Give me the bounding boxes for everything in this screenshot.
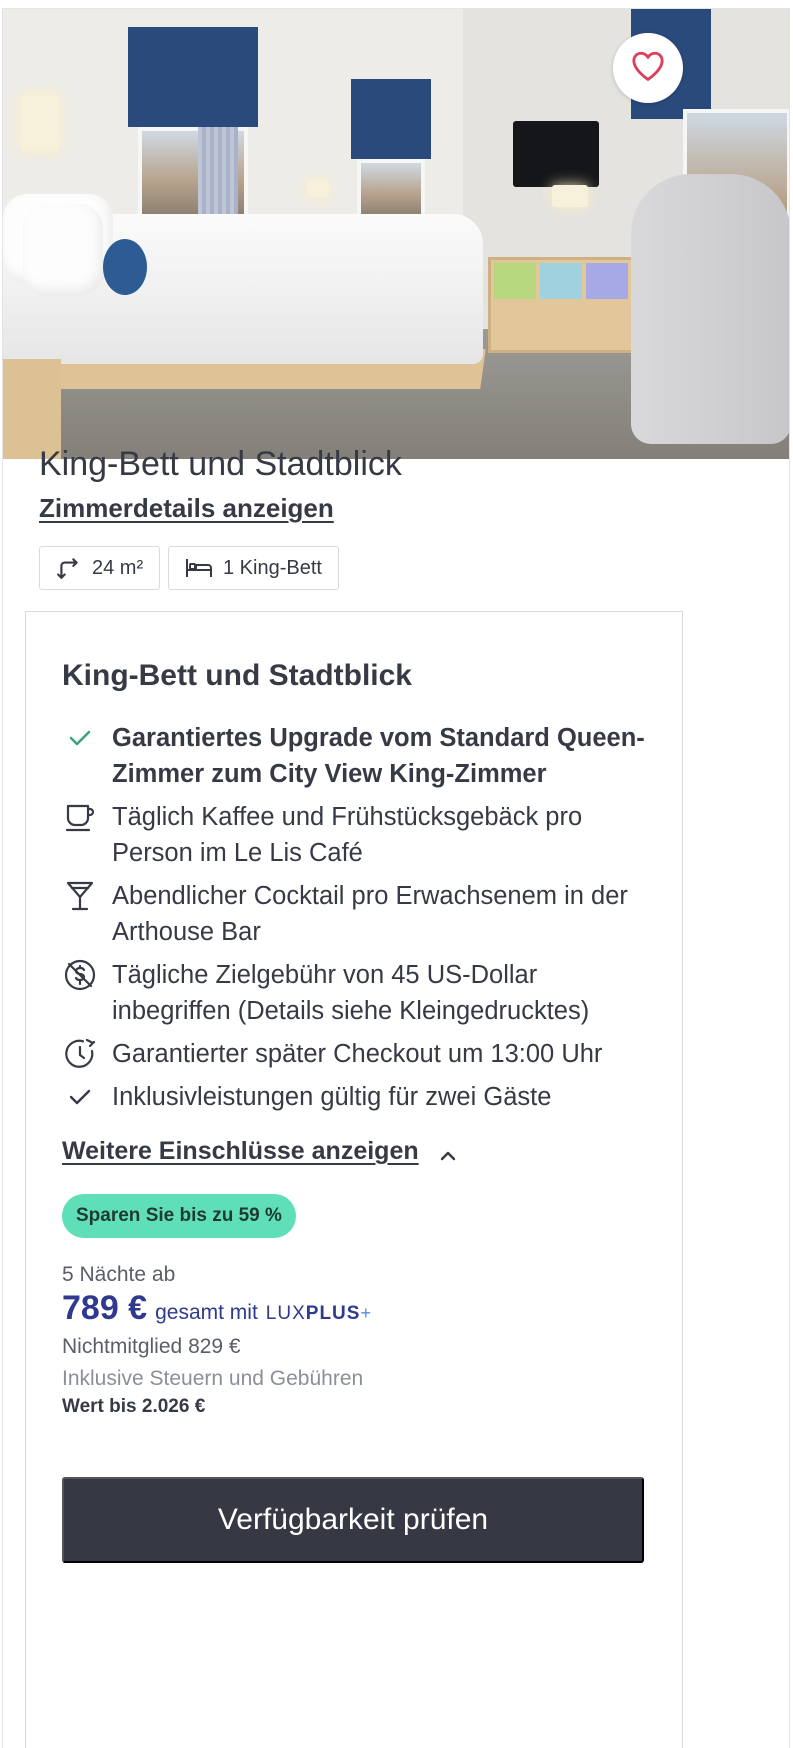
inclusion-item: Garantierter später Checkout um 13:00 Uh… bbox=[62, 1036, 657, 1072]
inclusion-item: Inklusivleistungen gültig für zwei Gäste bbox=[62, 1079, 657, 1115]
inclusion-item: Garantiertes Upgrade vom Standard Queen-… bbox=[62, 720, 657, 792]
chevron-up-icon[interactable] bbox=[437, 1145, 459, 1172]
late-checkout-clock-icon bbox=[62, 1036, 98, 1072]
inclusion-item: Abendlicher Cocktail pro Erwachsenem in … bbox=[62, 878, 657, 950]
bed-type-label: 1 King-Bett bbox=[223, 556, 322, 579]
no-fee-icon bbox=[62, 957, 98, 993]
room-size-icon bbox=[56, 555, 82, 581]
room-photo[interactable] bbox=[3, 9, 789, 459]
nights-label: 5 Nächte ab bbox=[62, 1263, 176, 1286]
inclusion-text: Abendlicher Cocktail pro Erwachsenem in … bbox=[112, 882, 628, 946]
inclusion-item: Tägliche Zielgebühr von 45 US-Dollar inb… bbox=[62, 957, 657, 1029]
price: 789 € bbox=[62, 1289, 148, 1327]
cocktail-glass-icon bbox=[62, 878, 98, 914]
coffee-cup-icon bbox=[62, 799, 98, 835]
room-title: King-Bett und Stadtblick bbox=[39, 445, 402, 483]
price-row: 789 € gesamt mit LUXPLUS+ bbox=[62, 1289, 372, 1328]
package-panel: King-Bett und Stadtblick Garantiertes Up… bbox=[25, 611, 683, 1748]
package-title: King-Bett und Stadtblick bbox=[62, 659, 412, 692]
inclusion-text: Inklusivleistungen gültig für zwei Gäste bbox=[112, 1083, 552, 1111]
favorite-button[interactable] bbox=[613, 33, 683, 103]
room-details-link[interactable]: Zimmerdetails anzeigen bbox=[39, 493, 334, 524]
room-card: King-Bett und Stadtblick Zimmerdetails a… bbox=[2, 8, 790, 1748]
savings-badge: Sparen Sie bis zu 59 % bbox=[62, 1194, 296, 1238]
inclusion-text: Tägliche Zielgebühr von 45 US-Dollar inb… bbox=[112, 961, 590, 1025]
check-icon bbox=[62, 720, 98, 756]
check-availability-button[interactable]: Verfügbarkeit prüfen bbox=[62, 1477, 644, 1563]
nonmember-price: Nichtmitglied 829 € bbox=[62, 1335, 241, 1358]
heart-icon bbox=[631, 50, 665, 87]
show-more-inclusions-link[interactable]: Weitere Einschlüsse anzeigen bbox=[62, 1137, 419, 1166]
inclusion-text: Garantiertes Upgrade vom Standard Queen-… bbox=[112, 724, 645, 788]
price-suffix: gesamt mit bbox=[155, 1301, 258, 1324]
room-size-label: 24 m² bbox=[92, 556, 144, 579]
room-size-chip: 24 m² bbox=[39, 546, 161, 590]
inclusion-text: Täglich Kaffee und Frühstücksgebäck pro … bbox=[112, 803, 583, 867]
inclusion-item: Täglich Kaffee und Frühstücksgebäck pro … bbox=[62, 799, 657, 871]
tv bbox=[513, 121, 599, 187]
bed-icon bbox=[185, 557, 213, 579]
bed-type-chip: 1 King-Bett bbox=[168, 546, 339, 590]
check-icon bbox=[62, 1079, 98, 1115]
luxplus-logo: LUXPLUS+ bbox=[265, 1303, 372, 1324]
taxes-note: Inklusive Steuern und Gebühren bbox=[62, 1367, 364, 1390]
worth-value: Wert bis 2.026 € bbox=[62, 1396, 206, 1417]
inclusion-text: Garantierter später Checkout um 13:00 Uh… bbox=[112, 1040, 603, 1068]
